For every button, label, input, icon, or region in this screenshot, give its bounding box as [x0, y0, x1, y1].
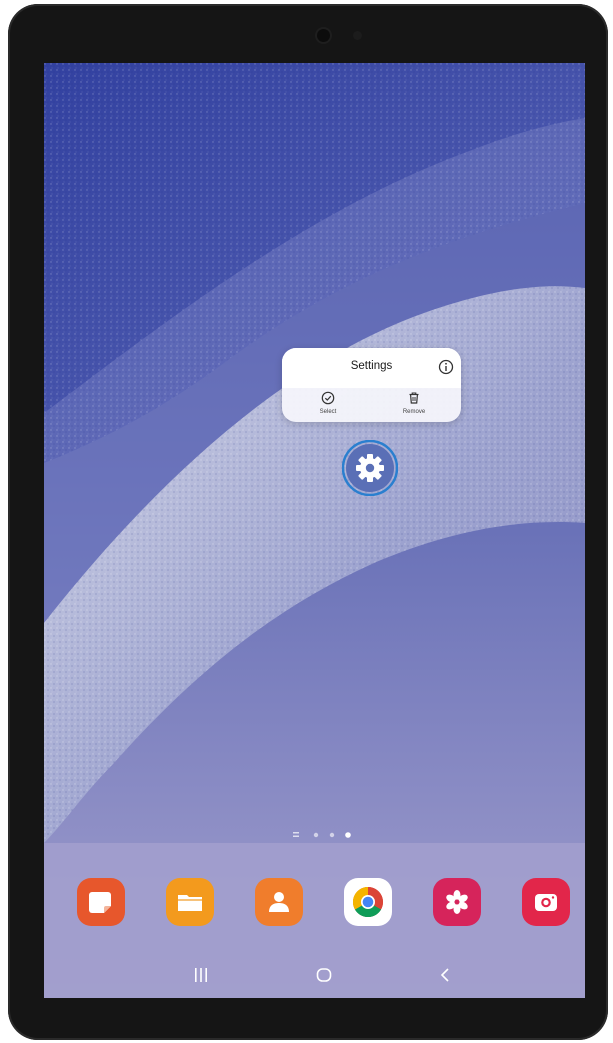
contacts-app-icon[interactable]	[255, 878, 303, 926]
home-icon[interactable]	[312, 963, 336, 987]
camera-icon	[535, 894, 557, 911]
context-menu-title: Settings	[350, 360, 393, 372]
info-icon[interactable]	[438, 359, 454, 375]
recent-apps-icon[interactable]	[189, 963, 213, 987]
select-button[interactable]: Select	[298, 391, 358, 419]
remove-label: Remove	[402, 409, 426, 415]
app-context-menu: Settings Select Remove	[282, 348, 461, 422]
notes-app-icon[interactable]	[77, 878, 125, 926]
home-screen[interactable]: Settings Select Remove	[44, 63, 585, 998]
tablet-frame: Settings Select Remove	[8, 4, 608, 1040]
chrome-icon	[352, 887, 384, 918]
camera-app-icon[interactable]	[522, 878, 570, 926]
page-indicator[interactable]	[291, 830, 361, 840]
folder-icon	[178, 895, 202, 911]
gallery-app-icon[interactable]	[433, 878, 481, 926]
select-label: Select	[319, 409, 337, 415]
notes-icon	[89, 892, 111, 913]
trash-icon	[409, 392, 419, 404]
back-icon[interactable]	[434, 963, 458, 987]
chrome-app-icon[interactable]	[344, 878, 392, 926]
check-circle-icon	[321, 391, 335, 405]
wallpaper	[44, 63, 585, 998]
settings-app-icon[interactable]	[342, 440, 398, 496]
remove-button[interactable]: Remove	[384, 391, 444, 419]
front-camera-icon	[317, 29, 330, 42]
sensor-icon	[353, 31, 362, 40]
files-app-icon[interactable]	[166, 878, 214, 926]
flower-icon	[446, 890, 468, 914]
contacts-icon	[269, 892, 289, 912]
